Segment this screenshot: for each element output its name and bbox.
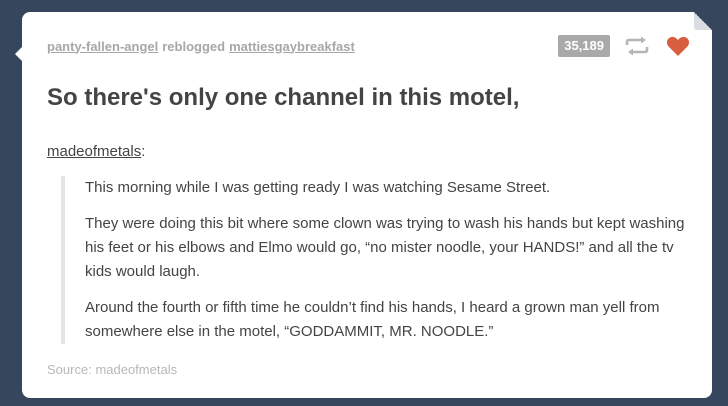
corner-fold[interactable]: [694, 12, 712, 30]
post-controls: 35,189: [558, 35, 690, 57]
post-source: Source: madeofmetals: [47, 362, 177, 377]
original-blog-link[interactable]: mattiesgaybreakfast: [229, 39, 355, 54]
avatar-pointer: [15, 46, 23, 62]
post-header: panty-fallen-angel reblogged mattiesgaybre…: [47, 34, 690, 58]
reblog-verb: reblogged: [162, 38, 226, 54]
quote-paragraph: Around the fourth or fifth time he could…: [85, 299, 660, 340]
source-link[interactable]: madeofmetals: [95, 362, 177, 377]
quote-author-link[interactable]: madeofmetals: [47, 143, 141, 160]
note-count-badge[interactable]: 35,189: [558, 35, 610, 57]
reblogger-link[interactable]: panty-fallen-angel: [47, 39, 158, 54]
attribution-colon: :: [141, 143, 146, 160]
reblog-icon[interactable]: [624, 36, 650, 56]
heart-icon[interactable]: [666, 35, 690, 57]
quote-paragraph: This morning while I was getting ready I…: [85, 179, 551, 196]
reblog-line: panty-fallen-angel reblogged mattiesgaybre…: [47, 39, 355, 54]
post-card: panty-fallen-angel reblogged mattiesgaybre…: [15, 12, 712, 398]
quote-paragraph: They were doing this bit where some clow…: [85, 215, 685, 280]
quoted-text: This morning while I was getting ready I…: [61, 176, 691, 344]
post-title: So there's only one channel in this mote…: [47, 84, 520, 111]
source-label: Source:: [47, 362, 92, 377]
quote-attribution: madeofmetals:: [47, 143, 145, 160]
